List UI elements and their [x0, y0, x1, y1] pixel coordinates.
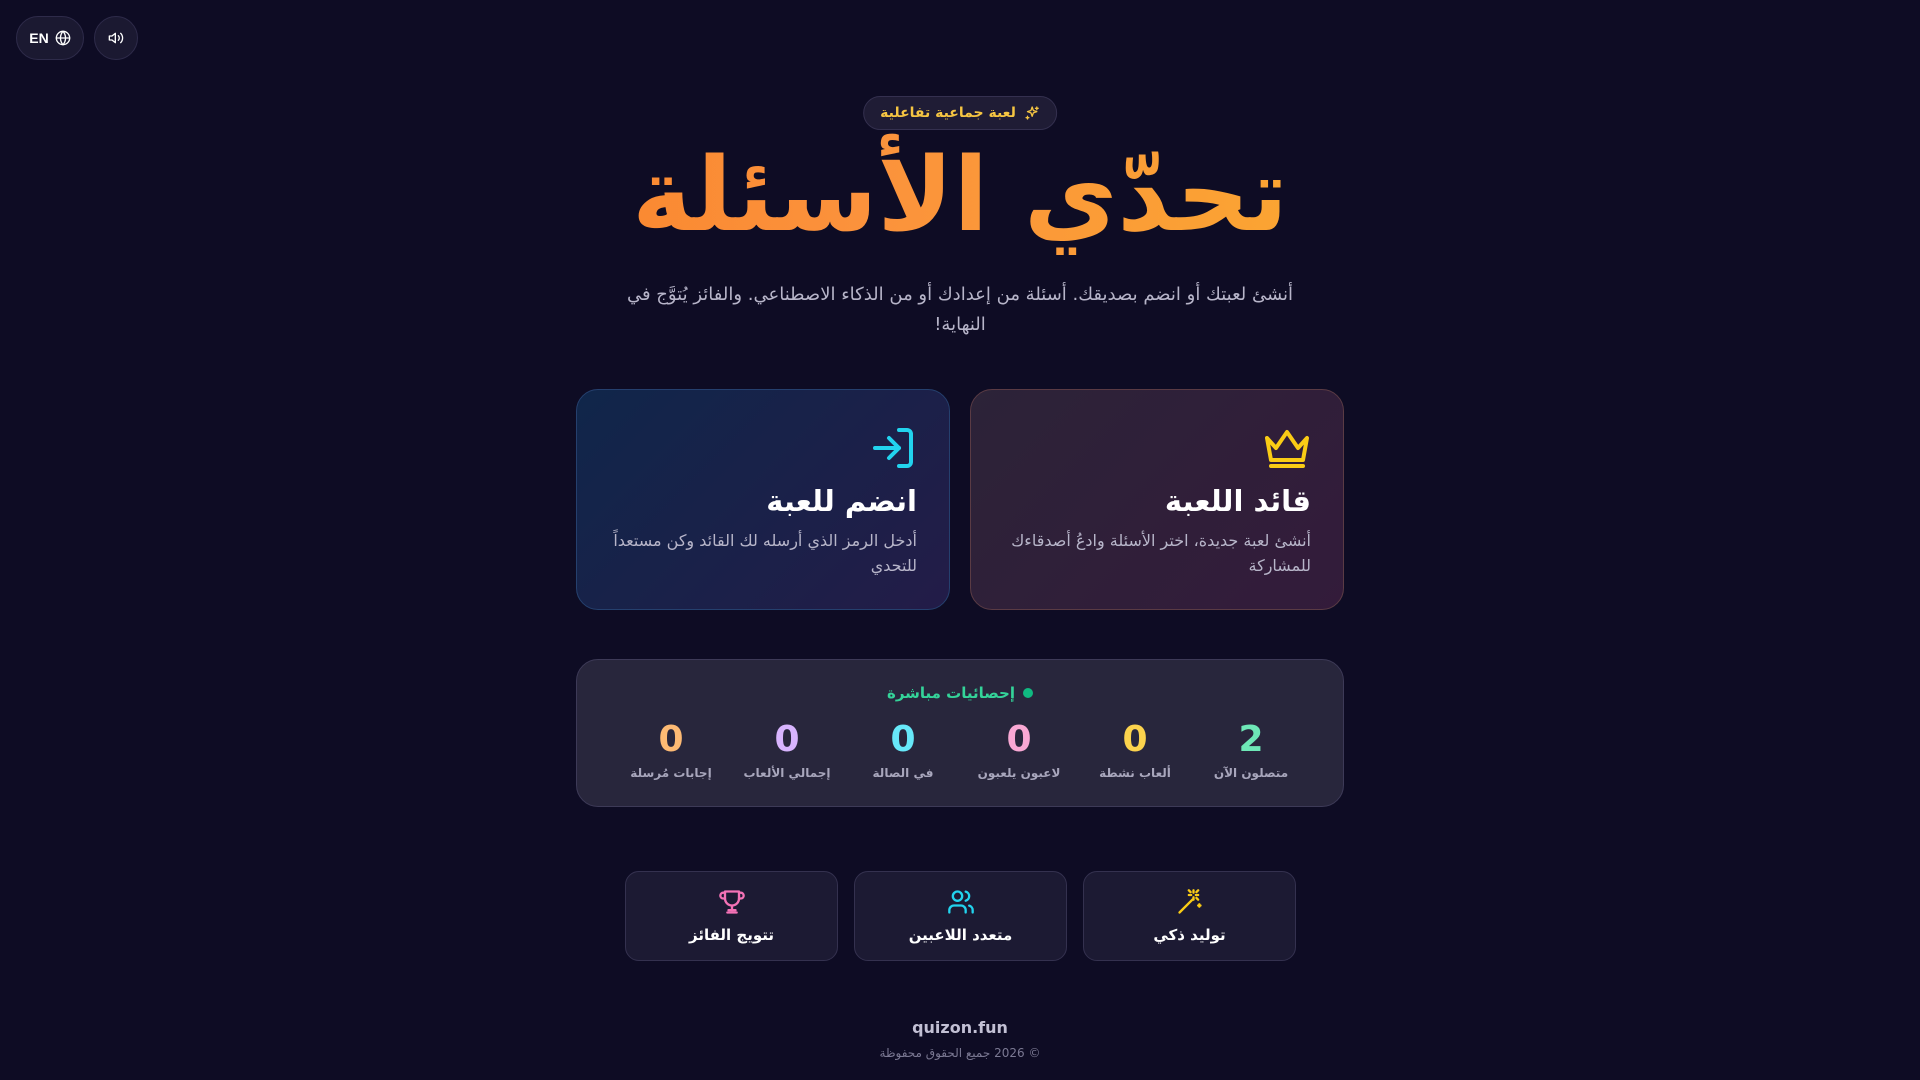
magic-wand-icon — [1177, 889, 1202, 914]
hero-badge: لعبة جماعية تفاعلية — [863, 96, 1057, 130]
leader-card[interactable]: قائد اللعبة أنشئ لعبة جديدة، اختر الأسئل… — [970, 389, 1344, 610]
footer-brand: quizon.fun — [912, 1018, 1008, 1037]
stat-total-games: 0 إجمالي الألعاب — [729, 719, 845, 781]
stat-value: 0 — [890, 719, 916, 760]
stat-value: 2 — [1238, 719, 1264, 760]
hero-badge-label: لعبة جماعية تفاعلية — [880, 105, 1016, 121]
language-label: EN — [29, 30, 49, 46]
join-card-title: انضم للعبة — [766, 484, 917, 518]
trophy-icon — [718, 890, 745, 914]
feature-label: متعدد اللاعبين — [908, 926, 1013, 944]
hero-subtitle: أنشئ لعبتك أو انضم بصديقك. أسئلة من إعدا… — [626, 284, 1294, 335]
sparkles-icon — [1025, 106, 1039, 120]
stat-label: إجمالي الألعاب — [743, 766, 831, 780]
log-in-icon — [869, 424, 917, 472]
stat-label: لاعبون يلعبون — [977, 766, 1061, 780]
page-title: تحدّي الأسئلة — [0, 130, 1920, 263]
sound-toggle-button[interactable] — [94, 16, 138, 60]
stats-row: 2 متصلون الآن 0 ألعاب نشطة 0 لاعبون يلعب… — [613, 719, 1309, 781]
stat-value: 0 — [658, 719, 684, 760]
feature-label: تتويج الفائز — [689, 926, 774, 944]
stat-value: 0 — [1006, 719, 1032, 760]
stat-in-lobby: 0 في الصالة — [845, 719, 961, 781]
feature-winner-crowning: تتويج الفائز — [625, 871, 838, 961]
live-stats-header: إحصائيات مباشرة — [577, 684, 1343, 702]
stat-answers-sent: 0 إجابات مُرسلة — [613, 719, 729, 781]
leader-card-description: أنشئ لعبة جديدة، اختر الأسئلة وادعُ أصدق… — [1011, 531, 1311, 575]
stat-label: إجابات مُرسلة — [630, 766, 712, 780]
stat-players-playing: 0 لاعبون يلعبون — [961, 719, 1077, 781]
live-indicator-dot — [1023, 688, 1034, 698]
stat-online-now: 2 متصلون الآن — [1193, 719, 1309, 781]
feature-smart-generation: توليد ذكي — [1083, 871, 1296, 961]
live-stats-panel: إحصائيات مباشرة 2 متصلون الآن 0 ألعاب نش… — [576, 659, 1344, 807]
stat-label: في الصالة — [872, 766, 934, 780]
language-button[interactable]: EN — [16, 16, 84, 60]
footer-copyright: © 2026 جميع الحقوق محفوظة — [879, 1046, 1041, 1060]
crown-icon — [1263, 424, 1311, 472]
join-card[interactable]: انضم للعبة أدخل الرمز الذي أرسله لك القا… — [576, 389, 950, 610]
stat-value: 0 — [1122, 719, 1148, 760]
stat-label: متصلون الآن — [1213, 766, 1289, 780]
users-icon — [947, 890, 974, 914]
speaker-icon — [108, 32, 124, 44]
stat-value: 0 — [774, 719, 800, 760]
stat-active-games: 0 ألعاب نشطة — [1077, 719, 1193, 781]
feature-tiles: توليد ذكي متعدد اللاعبين تتويج الفائز — [624, 871, 1296, 961]
globe-icon — [55, 30, 71, 46]
feature-label: توليد ذكي — [1153, 926, 1226, 944]
stat-label: ألعاب نشطة — [1099, 766, 1171, 780]
leader-card-title: قائد اللعبة — [1164, 484, 1311, 518]
live-stats-title: إحصائيات مباشرة — [886, 684, 1016, 702]
join-card-description: أدخل الرمز الذي أرسله لك القائد وكن مستع… — [613, 531, 917, 575]
feature-multiplayer: متعدد اللاعبين — [854, 871, 1067, 961]
top-controls: EN — [16, 16, 138, 60]
